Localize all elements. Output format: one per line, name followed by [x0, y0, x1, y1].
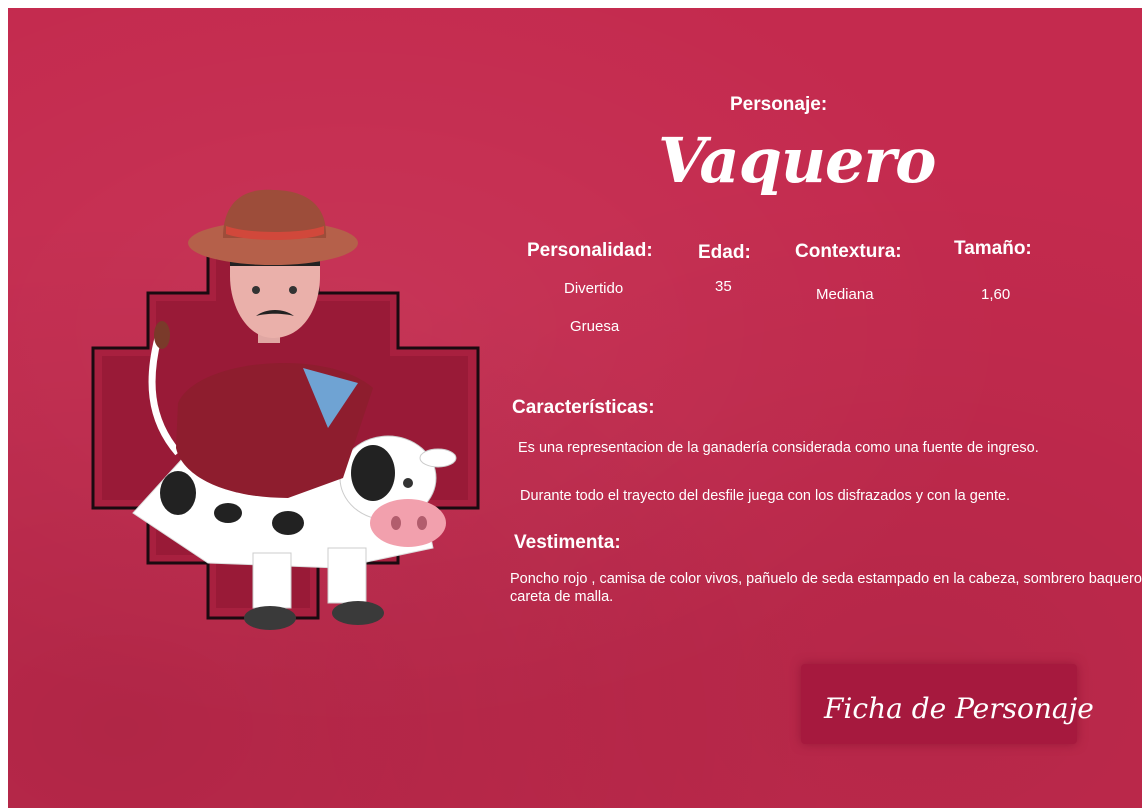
contextura-label: Contextura: — [795, 241, 902, 262]
ficha-badge-text: Ficha de Personaje — [824, 692, 1094, 725]
caracteristicas-heading: Características: — [512, 397, 655, 418]
caracteristicas-line: Es una representacion de la ganadería co… — [518, 440, 1039, 456]
vestimenta-heading: Vestimenta: — [514, 532, 621, 553]
character-illustration — [91, 189, 480, 630]
edad-label: Edad: — [698, 242, 751, 263]
contextura-value: Mediana — [816, 286, 874, 303]
personalidad-value: Gruesa — [570, 318, 620, 335]
edad-value: 35 — [715, 278, 732, 295]
caracteristicas-line: Durante todo el trayecto del desfile jue… — [520, 488, 1011, 504]
character-name: Vaquero — [658, 124, 936, 197]
vestimenta-text: Poncho rojo , camisa de color vivos, pañ… — [510, 571, 1142, 605]
character-sheet: Personaje: Vaquero Personalidad: Edad: C… — [8, 8, 1142, 808]
personalidad-label: Personalidad: — [527, 240, 653, 261]
tamano-value: 1,60 — [981, 286, 1011, 303]
tamano-label: Tamaño: — [954, 238, 1032, 259]
personaje-label: Personaje: — [730, 94, 828, 115]
personalidad-value: Divertido — [564, 280, 624, 297]
